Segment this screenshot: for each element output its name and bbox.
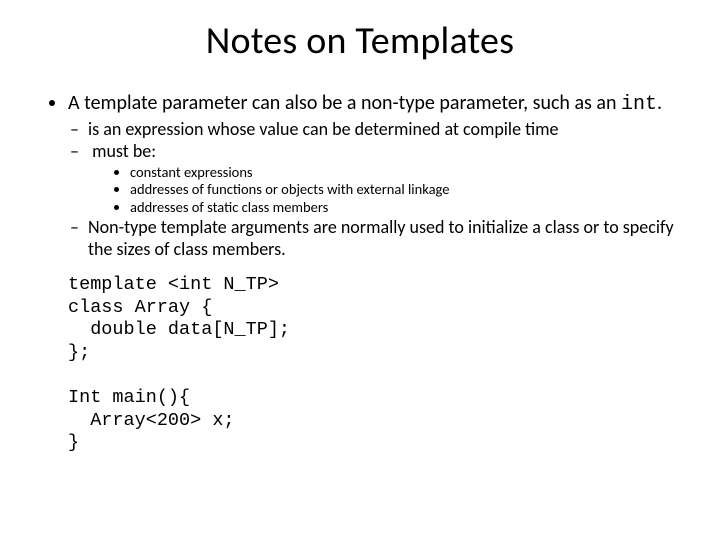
bullet-text-suffix: .	[657, 91, 662, 115]
bullet-lvl2-text: must be:	[92, 140, 156, 162]
slide: Notes on Templates A template parameter …	[0, 0, 720, 540]
inline-code-int: int	[621, 93, 657, 116]
bullet-list-lvl1: A template parameter can also be a non-t…	[40, 92, 680, 260]
bullet-lvl3-item: constant expressions	[130, 164, 680, 181]
bullet-lvl2-item: is an expression whose value can be dete…	[88, 119, 680, 141]
bullet-lvl2-item: Non-type template arguments are normally…	[88, 217, 680, 260]
bullet-text-prefix: A template parameter can also be a non-t…	[68, 91, 621, 115]
bullet-lvl3-item: addresses of functions or objects with e…	[130, 181, 680, 198]
bullet-lvl3-item: addresses of static class members	[130, 199, 680, 216]
bullet-lvl2-item: must be: constant expressions addresses …	[88, 141, 680, 216]
bullet-list-lvl3: constant expressions addresses of functi…	[88, 164, 680, 216]
slide-title: Notes on Templates	[40, 18, 680, 64]
bullet-lvl1-item: A template parameter can also be a non-t…	[68, 92, 680, 260]
code-block: template <int N_TP> class Array { double…	[68, 274, 680, 455]
bullet-list-lvl2: is an expression whose value can be dete…	[68, 119, 680, 261]
